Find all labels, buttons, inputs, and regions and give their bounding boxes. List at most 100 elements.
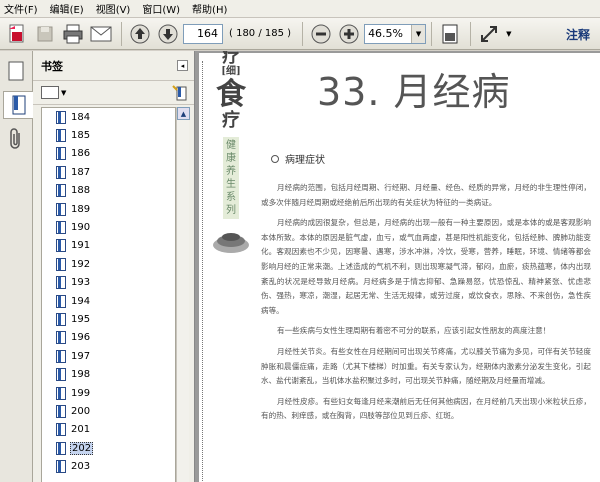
bookmark-item[interactable]: 202 bbox=[42, 439, 175, 457]
bookmark-item[interactable]: 192 bbox=[42, 255, 175, 273]
bookmark-item[interactable]: 198 bbox=[42, 365, 175, 383]
bookmark-scrollbar[interactable]: ▲ bbox=[176, 107, 190, 482]
bookmark-item[interactable]: 197 bbox=[42, 347, 175, 365]
bookmark-item[interactable]: 193 bbox=[42, 274, 175, 292]
bookmark-label: 189 bbox=[71, 203, 91, 215]
pages-tab[interactable] bbox=[3, 57, 29, 85]
bookmark-item[interactable]: 189 bbox=[42, 200, 175, 218]
save-button[interactable] bbox=[32, 21, 58, 47]
bookmark-item[interactable]: 201 bbox=[42, 421, 175, 439]
panel-title: 书签 bbox=[41, 59, 63, 73]
bookmark-label: 191 bbox=[71, 240, 91, 252]
bookmark-item[interactable]: 191 bbox=[42, 237, 175, 255]
bookmarks-tab[interactable] bbox=[3, 91, 33, 119]
bookmark-label: 196 bbox=[71, 332, 91, 344]
save-icon bbox=[37, 26, 53, 41]
bookmark-label: 184 bbox=[71, 111, 91, 123]
page-count: ( 180 / 185 ) bbox=[229, 28, 292, 39]
bookmark-icon bbox=[56, 110, 66, 124]
email-button[interactable] bbox=[88, 21, 114, 47]
options-menu-button[interactable] bbox=[41, 86, 59, 99]
page-number-input[interactable]: 164 bbox=[183, 23, 223, 44]
bookmark-icon bbox=[12, 95, 25, 115]
bookmark-label: 198 bbox=[71, 369, 91, 381]
bookmark-label: 203 bbox=[71, 461, 91, 473]
zoom-value: 46.5% bbox=[368, 27, 404, 40]
page-thumbnail-icon bbox=[8, 61, 24, 81]
create-pdf-icon bbox=[9, 24, 24, 42]
lotus-ornament-icon bbox=[213, 233, 249, 253]
bookmark-item[interactable]: 200 bbox=[42, 402, 175, 420]
bookmark-icon bbox=[56, 202, 66, 216]
bookmark-icon bbox=[56, 129, 66, 143]
bookmark-icon bbox=[56, 460, 66, 474]
menu-window[interactable]: 窗口(W) bbox=[142, 1, 180, 16]
arrow-down-icon bbox=[158, 24, 178, 43]
page-layout-icon bbox=[442, 24, 458, 43]
navigation-strip bbox=[0, 51, 33, 482]
document-view[interactable]: 疗 [细] 食 疗 健康养生系列 33. 月经病 病理症状 月经病的范围，包括月… bbox=[195, 51, 600, 482]
bookmark-icon bbox=[56, 165, 66, 179]
section-heading: 病理症状 bbox=[271, 151, 325, 166]
bookmark-item[interactable]: 184 bbox=[42, 108, 175, 126]
bookmark-label: 199 bbox=[71, 387, 91, 399]
bookmark-item[interactable]: 187 bbox=[42, 163, 175, 181]
previous-page-button[interactable] bbox=[127, 21, 153, 47]
chevron-down-icon[interactable]: ▼ bbox=[506, 30, 511, 38]
paperclip-icon bbox=[10, 128, 20, 149]
bookmark-icon bbox=[56, 239, 66, 253]
single-page-view-button[interactable] bbox=[437, 21, 463, 47]
menu-view[interactable]: 视图(V) bbox=[96, 1, 131, 16]
chevron-down-icon: ▼ bbox=[61, 88, 67, 97]
bookmark-item[interactable]: 194 bbox=[42, 292, 175, 310]
full-screen-button[interactable] bbox=[476, 21, 502, 47]
scroll-up-button[interactable]: ▲ bbox=[177, 107, 190, 120]
document-page: 疗 [细] 食 疗 健康养生系列 33. 月经病 病理症状 月经病的范围，包括月… bbox=[199, 51, 600, 482]
comment-button[interactable]: 注释 bbox=[566, 26, 590, 43]
bookmark-icon bbox=[56, 294, 66, 308]
bookmark-item[interactable]: 199 bbox=[42, 384, 175, 402]
bookmark-item[interactable]: 195 bbox=[42, 310, 175, 328]
bookmark-icon bbox=[56, 147, 66, 161]
toolbar: 164 ( 180 / 185 ) 46.5% ▼ ▼ 注释 bbox=[0, 18, 600, 50]
printer-icon bbox=[63, 24, 83, 43]
side-title: 疗 [细] 食 疗 健康养生系列 bbox=[205, 51, 257, 482]
panel-header: 书签 ◂ bbox=[33, 51, 194, 81]
zoom-select[interactable]: 46.5% ▼ bbox=[364, 23, 427, 44]
bookmark-icon bbox=[56, 331, 66, 345]
envelope-icon bbox=[90, 26, 112, 41]
menu-help[interactable]: 帮助(H) bbox=[192, 1, 227, 16]
bookmark-item[interactable]: 186 bbox=[42, 145, 175, 163]
toolbar-separator bbox=[431, 21, 433, 46]
new-bookmark-button[interactable] bbox=[172, 85, 188, 104]
minus-icon bbox=[311, 24, 331, 43]
bookmark-label: 197 bbox=[71, 350, 91, 362]
zoom-out-button[interactable] bbox=[308, 21, 334, 47]
toolbar-separator bbox=[302, 21, 304, 46]
print-button[interactable] bbox=[60, 21, 86, 47]
next-page-button[interactable] bbox=[155, 21, 181, 47]
side-title-bottom: 疗 bbox=[222, 110, 240, 131]
bookmark-label: 192 bbox=[71, 258, 91, 270]
attachments-tab[interactable] bbox=[3, 125, 29, 153]
bookmark-icon bbox=[56, 184, 66, 198]
panel-toolbar: ▼ bbox=[33, 81, 194, 105]
bookmark-icon bbox=[56, 221, 66, 235]
bookmark-item[interactable]: 190 bbox=[42, 218, 175, 236]
bookmark-item[interactable]: 185 bbox=[42, 126, 175, 144]
bookmark-item[interactable]: 203 bbox=[42, 457, 175, 475]
side-vertical-text: 健康养生系列 bbox=[223, 137, 239, 219]
zoom-in-button[interactable] bbox=[336, 21, 362, 47]
create-pdf-button[interactable] bbox=[4, 21, 30, 47]
bookmark-icon bbox=[56, 404, 66, 418]
bookmark-item[interactable]: 196 bbox=[42, 329, 175, 347]
bookmark-label: 187 bbox=[71, 166, 91, 178]
panel-close-button[interactable]: ◂ bbox=[177, 60, 188, 71]
bookmark-label: 201 bbox=[71, 424, 91, 436]
menu-edit[interactable]: 编辑(E) bbox=[50, 1, 84, 16]
plus-icon bbox=[339, 24, 359, 43]
menu-file[interactable]: 文件(F) bbox=[4, 1, 38, 16]
page-margin-line bbox=[202, 61, 203, 481]
bookmark-item[interactable]: 188 bbox=[42, 182, 175, 200]
toolbar-separator bbox=[121, 21, 122, 46]
